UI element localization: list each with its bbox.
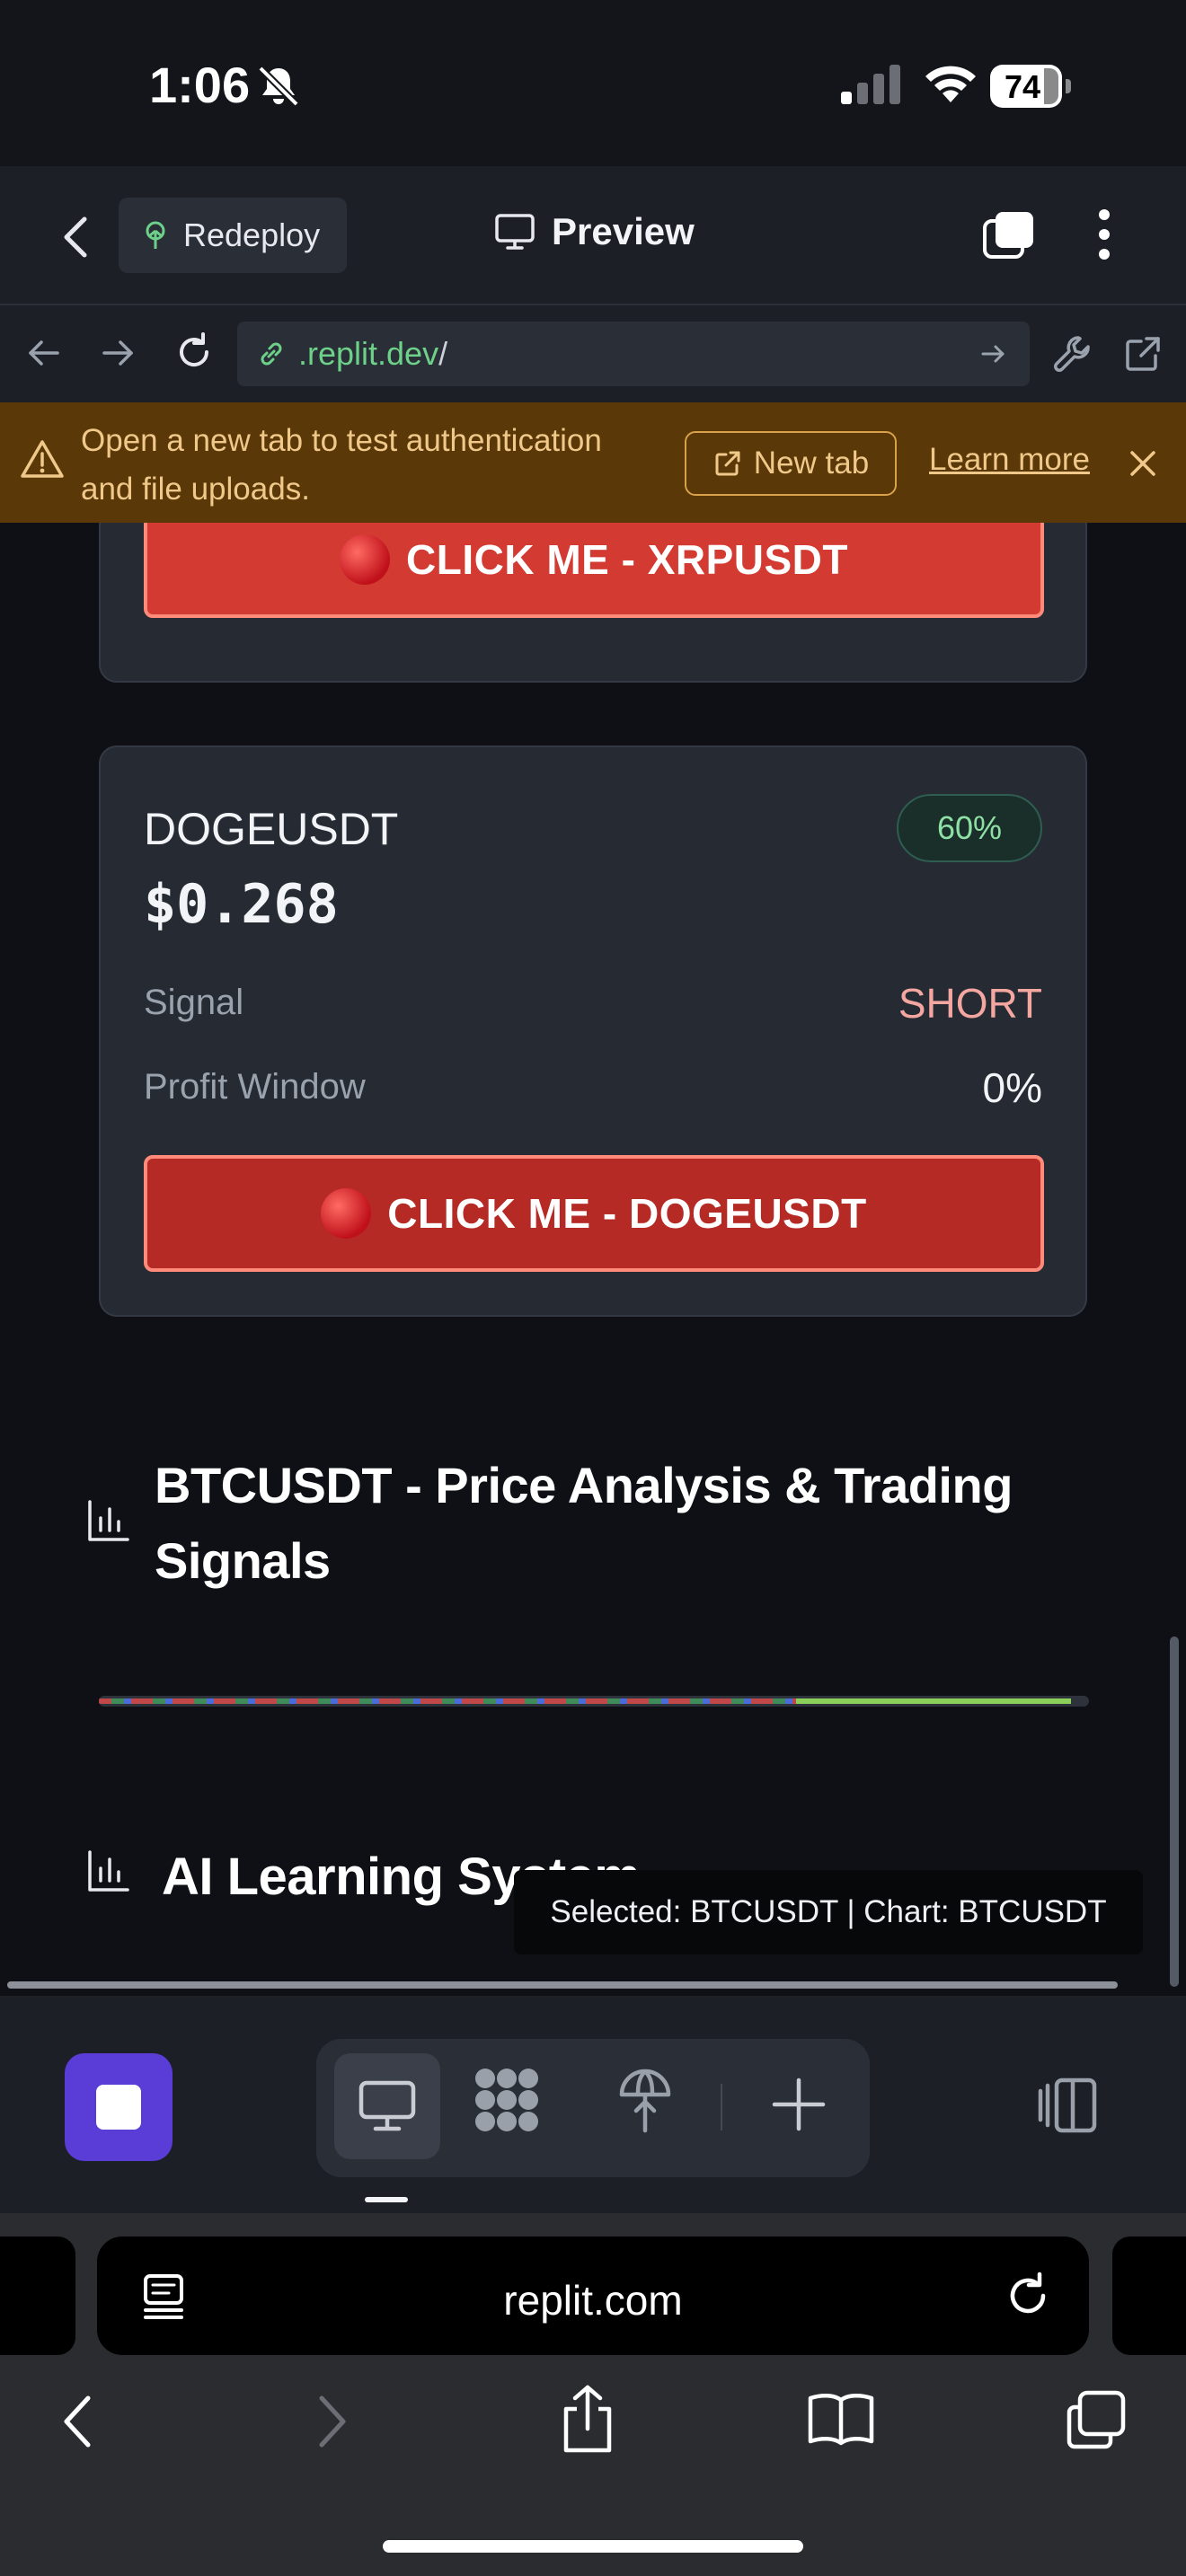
- divider: [721, 2084, 722, 2130]
- card-price: $0.268: [144, 873, 339, 936]
- red-circle-icon: [321, 1188, 372, 1239]
- redeploy-button[interactable]: Redeploy: [119, 198, 347, 273]
- horizontal-scrollbar[interactable]: [7, 1981, 1118, 1989]
- bar-chart-icon: [86, 1498, 131, 1548]
- card-symbol: DOGEUSDT: [144, 804, 399, 854]
- button-label: CLICK ME - XRPUSDT: [406, 536, 848, 583]
- red-circle-icon: [340, 534, 390, 585]
- profit-window-label: Profit Window: [144, 1067, 366, 1107]
- vertical-scrollbar[interactable]: [1170, 1636, 1179, 1987]
- tabs-icon[interactable]: [981, 208, 1037, 265]
- next-tab-preview[interactable]: [1112, 2236, 1186, 2355]
- link-icon: [261, 342, 282, 366]
- redeploy-label: Redeploy: [183, 216, 321, 253]
- click-me-dogeusdt-button[interactable]: CLICK ME - DOGEUSDT: [144, 1155, 1044, 1272]
- safari-back-icon[interactable]: [59, 2393, 95, 2455]
- button-label: CLICK ME - DOGEUSDT: [387, 1190, 867, 1237]
- previous-tab-preview[interactable]: [0, 2236, 75, 2355]
- apps-grid-icon[interactable]: [473, 2066, 541, 2139]
- deploy-icon[interactable]: [616, 2066, 674, 2139]
- stop-button[interactable]: [65, 2053, 173, 2161]
- signal-card-xrpusdt: CLICK ME - XRPUSDT: [99, 523, 1087, 683]
- learn-more-link[interactable]: Learn more: [929, 442, 1090, 478]
- reload-icon[interactable]: [173, 331, 216, 378]
- back-chevron-icon[interactable]: [61, 214, 90, 265]
- active-indicator: [365, 2197, 408, 2202]
- signal-card-dogeusdt: DOGEUSDT $0.268 60% Signal SHORT Profit …: [99, 745, 1087, 1317]
- stop-icon: [96, 2085, 141, 2130]
- open-external-icon: [715, 451, 740, 476]
- preview-label: Preview: [552, 210, 695, 252]
- signal-value: SHORT: [898, 980, 1042, 1027]
- reload-icon[interactable]: [1003, 2271, 1053, 2325]
- bell-muted-icon: [255, 63, 302, 114]
- cellular-signal-icon: [839, 63, 904, 110]
- home-indicator: [383, 2540, 803, 2553]
- deploy-icon: [146, 221, 165, 249]
- signal-label: Signal: [144, 983, 244, 1022]
- desktop-view-button[interactable]: [334, 2053, 440, 2159]
- status-time: 1:06: [149, 57, 251, 113]
- share-icon[interactable]: [557, 2384, 618, 2460]
- url-field[interactable]: .replit.dev/: [237, 322, 1030, 386]
- preview-tab[interactable]: Preview: [494, 210, 695, 253]
- side-panel-icon[interactable]: [1033, 2077, 1098, 2139]
- price-chart[interactable]: [99, 1696, 1089, 1707]
- go-arrow-icon[interactable]: [979, 341, 1008, 371]
- selection-tooltip: Selected: BTCUSDT | Chart: BTCUSDT: [514, 1870, 1143, 1954]
- bar-chart-icon: [86, 1848, 131, 1898]
- app-content: CLICK ME - XRPUSDT DOGEUSDT $0.268 60% S…: [0, 523, 1186, 1996]
- external-link-icon[interactable]: [1121, 332, 1164, 380]
- arrow-right-icon[interactable]: [99, 334, 137, 376]
- more-vertical-icon[interactable]: [1098, 208, 1111, 265]
- plus-icon[interactable]: [769, 2075, 828, 2139]
- click-me-xrpusdt-button[interactable]: CLICK ME - XRPUSDT: [144, 523, 1044, 618]
- monitor-icon: [358, 2080, 416, 2131]
- safari-address-text: replit.com: [503, 2277, 683, 2324]
- battery-icon: 74: [990, 65, 1071, 108]
- safari-forward-icon[interactable]: [314, 2393, 350, 2455]
- url-path: /: [438, 335, 448, 372]
- battery-level: 74: [1004, 68, 1041, 105]
- arrow-left-icon[interactable]: [25, 334, 63, 376]
- url-domain: .replit.dev: [298, 335, 439, 372]
- analysis-title: BTCUSDT - Price Analysis & Trading Signa…: [155, 1457, 1013, 1589]
- wifi-icon: [922, 61, 979, 110]
- new-tab-button[interactable]: New tab: [685, 431, 897, 496]
- profit-window-value: 0%: [982, 1064, 1042, 1111]
- tabs-overview-icon[interactable]: [1064, 2389, 1128, 2457]
- wrench-icon[interactable]: [1051, 332, 1094, 380]
- new-tab-label: New tab: [753, 446, 870, 481]
- monitor-icon: [495, 214, 535, 250]
- close-icon[interactable]: [1127, 447, 1159, 484]
- confidence-badge: 60%: [897, 794, 1042, 862]
- banner-message: Open a new tab to test authentication an…: [81, 423, 602, 507]
- warning-icon: [20, 438, 65, 484]
- bookmarks-icon[interactable]: [807, 2391, 875, 2451]
